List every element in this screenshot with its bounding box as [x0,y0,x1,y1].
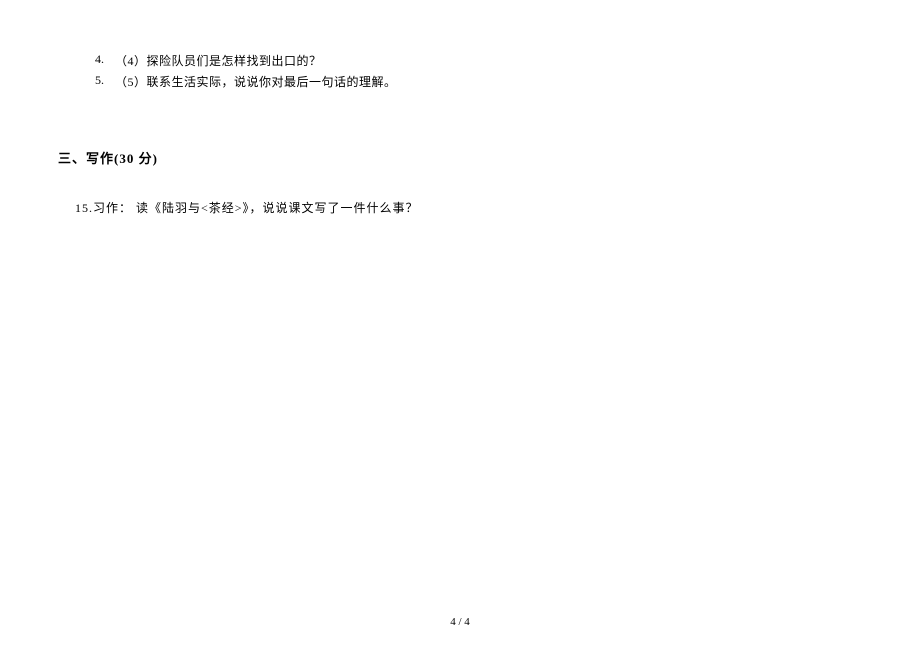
question-number: 5. [95,73,115,90]
question-number: 4. [95,52,115,69]
section-heading: 三、写作(30 分) [0,148,920,167]
exercise-item: 15.习作： 读《陆羽与<茶经>》，说说课文写了一件什么事？ [0,199,920,216]
question-item-4: 4. （4）探险队员们是怎样找到出口的？ [0,52,920,69]
question-text: （5）联系生活实际，说说你对最后一句话的理解。 [115,73,920,90]
question-item-5: 5. （5）联系生活实际，说说你对最后一句话的理解。 [0,73,920,90]
page-footer: 4 / 4 [0,616,920,628]
question-text: （4）探险队员们是怎样找到出口的？ [115,52,920,69]
